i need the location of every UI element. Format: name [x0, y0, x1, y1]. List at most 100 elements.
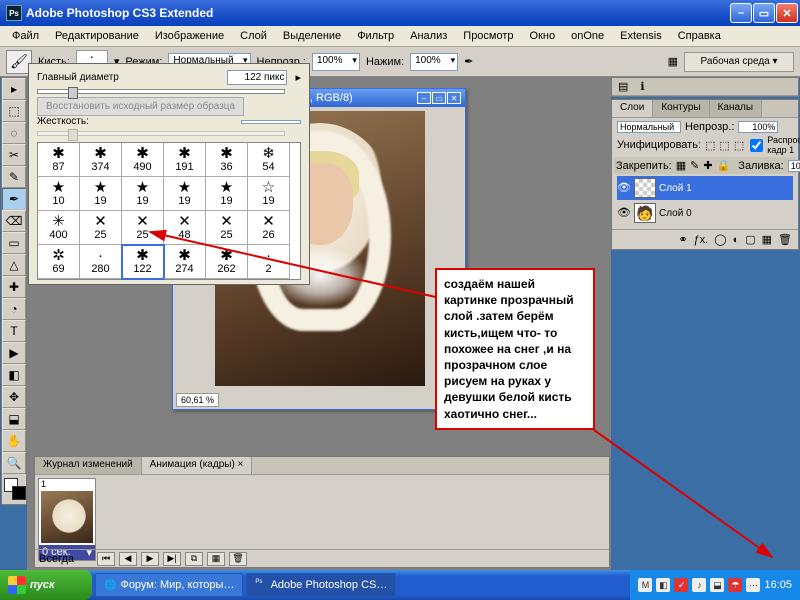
tray-icon[interactable]: ⋯	[746, 578, 760, 592]
airbrush-icon[interactable]: ✒	[464, 55, 473, 68]
taskbar-item[interactable]: PsAdobe Photoshop CS…	[246, 573, 396, 597]
info-tab-icon[interactable]: ℹ	[634, 78, 650, 95]
tray-icon[interactable]: M	[638, 578, 652, 592]
panel-menu-icon[interactable]: ▸	[295, 71, 301, 84]
start-button[interactable]: пуск	[0, 570, 92, 600]
unify-icon[interactable]: ⬚	[705, 139, 715, 152]
menu-Файл[interactable]: Файл	[4, 27, 47, 45]
panel-tab[interactable]: Контуры	[653, 100, 709, 117]
menu-Изображение[interactable]: Изображение	[147, 27, 232, 45]
tool-7[interactable]: ▭	[2, 232, 26, 254]
next-frame-button[interactable]: ▶|	[163, 552, 181, 566]
brush-preset[interactable]: ✱374	[80, 143, 122, 177]
menu-Выделение[interactable]: Выделение	[275, 27, 349, 45]
first-frame-button[interactable]: ⏮	[97, 552, 115, 566]
fill-input[interactable]: 100%	[788, 160, 800, 172]
brush-preset[interactable]: ✕25	[80, 211, 122, 245]
flow-input[interactable]: 100%	[410, 53, 458, 71]
taskbar-item[interactable]: 🌐Форум: Мир, которы…	[95, 573, 243, 597]
reset-brush-button[interactable]: Восстановить исходный размер образца	[37, 97, 244, 116]
tool-2[interactable]: ◌	[2, 122, 26, 144]
menu-onOne[interactable]: onOne	[563, 27, 612, 45]
close-button[interactable]: ✕	[776, 3, 798, 23]
hardness-slider[interactable]	[37, 131, 285, 136]
prev-frame-button[interactable]: ◀	[119, 552, 137, 566]
tool-6[interactable]: ⌫	[2, 210, 26, 232]
unify-icon[interactable]: ⬚	[719, 139, 729, 152]
clock[interactable]: 16:05	[764, 579, 792, 591]
tray-icon[interactable]: ☂	[728, 578, 742, 592]
lock-paint-icon[interactable]: ✎	[690, 159, 699, 172]
menu-Extensis[interactable]: Extensis	[612, 27, 670, 45]
brush-preset[interactable]: ✕25	[206, 211, 248, 245]
brush-preset[interactable]: ✕25	[122, 211, 164, 245]
brush-preset[interactable]: ★10	[38, 177, 80, 211]
tool-14[interactable]: ✥	[2, 386, 26, 408]
brush-preset[interactable]: ·280	[80, 245, 122, 279]
loop-select[interactable]: Всегда	[39, 553, 93, 565]
brush-preset[interactable]: ★19	[80, 177, 122, 211]
tool-17[interactable]: 🔍	[2, 452, 26, 474]
tray-icon[interactable]: ◧	[656, 578, 670, 592]
panel-tab[interactable]: Каналы	[710, 100, 763, 117]
doc-maximize-button[interactable]: ▭	[432, 92, 446, 104]
menu-Анализ[interactable]: Анализ	[402, 27, 455, 45]
tool-10[interactable]: ◔	[2, 298, 26, 320]
brush-preset[interactable]: ✕48	[164, 211, 206, 245]
menu-Слой[interactable]: Слой	[232, 27, 275, 45]
menu-Справка[interactable]: Справка	[670, 27, 729, 45]
adjust-icon[interactable]: ◐	[733, 234, 740, 246]
tray-icon[interactable]: ✓	[674, 578, 688, 592]
tray-icon[interactable]: ♪	[692, 578, 706, 592]
palette-well-icon[interactable]: ▦	[668, 55, 678, 68]
animation-tab[interactable]: Анимация (кадры) ×	[142, 457, 253, 474]
tool-0[interactable]: ▸	[2, 78, 26, 100]
tool-1[interactable]: ⬚	[2, 100, 26, 122]
brush-preset[interactable]: ★19	[206, 177, 248, 211]
brush-preset[interactable]: ❄54	[248, 143, 290, 177]
panel-tab[interactable]: Слои	[612, 100, 653, 117]
tool-4[interactable]: ✎	[2, 166, 26, 188]
layer-row[interactable]: 👁🧑Слой 0	[617, 201, 793, 225]
menu-Просмотр[interactable]: Просмотр	[455, 27, 521, 45]
trash-icon[interactable]: 🗑	[778, 233, 792, 246]
brush-preset[interactable]: ✕26	[248, 211, 290, 245]
lock-move-icon[interactable]: ✚	[703, 159, 712, 172]
menu-Фильтр[interactable]: Фильтр	[349, 27, 402, 45]
brush-preset[interactable]: ✱122	[122, 245, 164, 279]
zoom-status[interactable]: 60,61 %	[176, 393, 219, 407]
brush-preset[interactable]: ✱36	[206, 143, 248, 177]
brush-preset[interactable]: ✱274	[164, 245, 206, 279]
brush-preset[interactable]: ★19	[122, 177, 164, 211]
history-tab[interactable]: Журнал изменений	[35, 457, 142, 474]
color-swatches[interactable]	[2, 474, 26, 504]
lock-transparent-icon[interactable]: ▦	[676, 159, 686, 172]
doc-close-button[interactable]: ✕	[447, 92, 461, 104]
visibility-icon[interactable]: 👁	[617, 181, 631, 195]
tool-16[interactable]: ✋	[2, 430, 26, 452]
diameter-value[interactable]: 122 пикс	[227, 70, 287, 85]
brush-preset[interactable]: ✱87	[38, 143, 80, 177]
brush-preset[interactable]: ·2	[248, 245, 290, 279]
tool-11[interactable]: T	[2, 320, 26, 342]
tool-5[interactable]: ✒	[2, 188, 26, 210]
brush-preset[interactable]: ✱262	[206, 245, 248, 279]
nav-tab-icon[interactable]: ▤	[612, 78, 634, 95]
propagate-checkbox[interactable]	[750, 139, 763, 152]
brush-preset[interactable]: ✲69	[38, 245, 80, 279]
brush-preset[interactable]: ★19	[164, 177, 206, 211]
doc-minimize-button[interactable]: –	[417, 92, 431, 104]
visibility-icon[interactable]: 👁	[617, 206, 631, 220]
brush-preset[interactable]: ☆19	[248, 177, 290, 211]
fx-icon[interactable]: ƒx.	[694, 234, 709, 246]
diameter-slider[interactable]	[37, 89, 285, 94]
new-frame-button[interactable]: ▦	[207, 552, 225, 566]
menu-Окно[interactable]: Окно	[522, 27, 564, 45]
tool-13[interactable]: ◧	[2, 364, 26, 386]
tool-12[interactable]: ▶	[2, 342, 26, 364]
unify-icon[interactable]: ⬚	[734, 139, 744, 152]
tool-8[interactable]: △	[2, 254, 26, 276]
tray-icon[interactable]: ⬓	[710, 578, 724, 592]
layer-opacity-input[interactable]: 100%	[738, 121, 778, 133]
brush-preset[interactable]: ✱490	[122, 143, 164, 177]
